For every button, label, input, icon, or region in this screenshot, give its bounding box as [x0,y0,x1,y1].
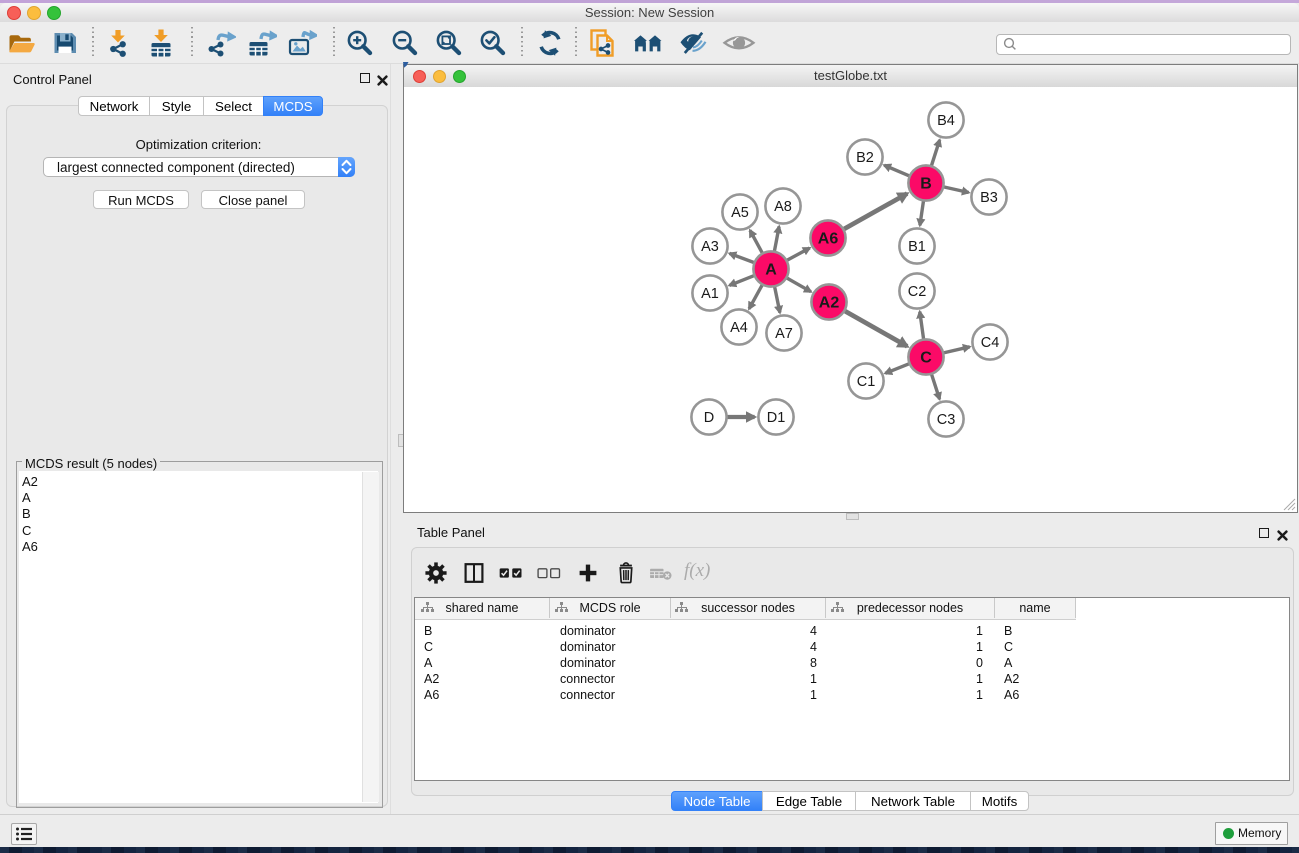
svg-text:C3: C3 [937,412,956,428]
svg-text:B2: B2 [856,150,874,166]
svg-text:B3: B3 [980,190,998,206]
svg-text:A1: A1 [701,286,719,302]
svg-text:A8: A8 [774,199,792,215]
svg-text:A2: A2 [819,295,840,312]
svg-text:A6: A6 [818,231,839,248]
svg-text:D: D [704,410,714,426]
svg-text:A4: A4 [730,320,748,336]
svg-text:A5: A5 [731,205,749,221]
svg-text:A3: A3 [701,239,719,255]
svg-text:C1: C1 [857,374,876,390]
svg-text:D1: D1 [767,410,786,426]
svg-text:B4: B4 [937,113,955,129]
svg-text:B: B [920,176,932,193]
svg-text:A: A [765,262,777,279]
svg-text:C4: C4 [981,335,1000,351]
svg-text:C: C [920,350,932,367]
svg-text:C2: C2 [908,284,927,300]
svg-text:A7: A7 [775,326,793,342]
svg-text:B1: B1 [908,239,926,255]
